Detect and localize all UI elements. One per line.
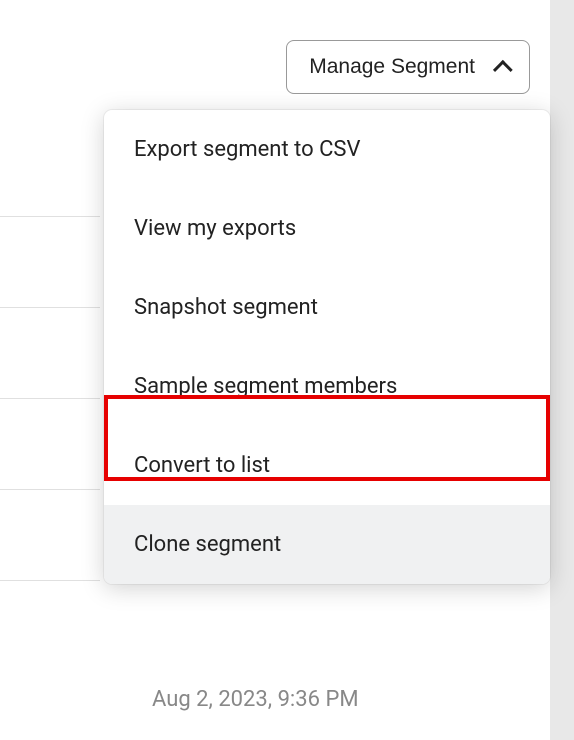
row-divider xyxy=(0,307,100,308)
background-table-rows xyxy=(0,216,100,671)
menu-item-label: Convert to list xyxy=(134,453,270,478)
menu-item-convert-to-list[interactable]: Convert to list xyxy=(104,426,550,505)
menu-item-label: Export segment to CSV xyxy=(134,137,360,162)
row-divider xyxy=(0,216,100,217)
menu-item-sample-members[interactable]: Sample segment members xyxy=(104,347,550,426)
menu-item-label: Snapshot segment xyxy=(134,295,318,320)
manage-segment-menu: Export segment to CSV View my exports Sn… xyxy=(104,110,550,584)
row-divider xyxy=(0,398,100,399)
menu-item-view-exports[interactable]: View my exports xyxy=(104,189,550,268)
scrollbar-track[interactable] xyxy=(550,0,574,740)
manage-segment-label: Manage Segment xyxy=(309,55,475,79)
row-divider xyxy=(0,489,100,490)
menu-item-label: Sample segment members xyxy=(134,374,397,399)
menu-item-label: Clone segment xyxy=(134,532,281,557)
menu-item-label: View my exports xyxy=(134,216,296,241)
row-divider xyxy=(0,580,100,581)
menu-item-clone-segment[interactable]: Clone segment xyxy=(104,505,550,584)
menu-item-snapshot-segment[interactable]: Snapshot segment xyxy=(104,268,550,347)
timestamp-text: Aug 2, 2023, 9:36 PM xyxy=(152,687,359,712)
menu-item-export-csv[interactable]: Export segment to CSV xyxy=(104,110,550,189)
chevron-up-icon xyxy=(493,60,513,80)
manage-segment-button[interactable]: Manage Segment xyxy=(286,40,530,94)
